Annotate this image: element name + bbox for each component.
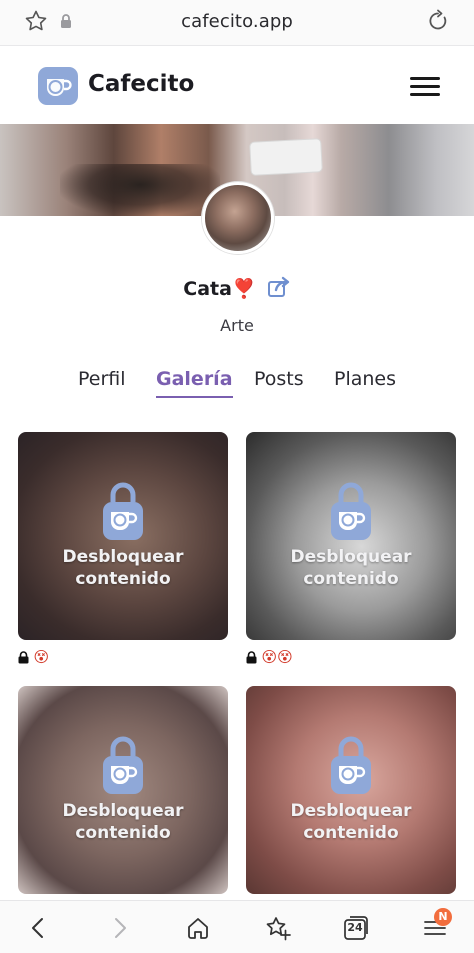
- notification-badge: N: [434, 908, 452, 926]
- address-bar[interactable]: cafecito.app: [0, 11, 474, 32]
- tabs-count: 24: [347, 921, 363, 934]
- profile-name: Cata: [183, 278, 232, 300]
- gallery-card-locked[interactable]: Desbloquear contenido: [18, 432, 228, 640]
- app-header: Cafecito: [0, 47, 474, 124]
- unlock-content-label: Desbloquear contenido: [290, 547, 412, 589]
- gallery-card-locked[interactable]: Desbloquear contenido: [246, 686, 456, 894]
- reaction-emoji: 😵: [33, 648, 50, 666]
- reload-icon[interactable]: [426, 9, 450, 37]
- profile-tabs: Perfil Galería Posts Planes: [0, 368, 474, 400]
- card-meta: 😵😵: [246, 647, 293, 667]
- cafecito-logo-icon[interactable]: [38, 67, 78, 105]
- profile-category: Arte: [220, 316, 254, 335]
- tabs-icon[interactable]: 24: [343, 915, 373, 941]
- home-icon[interactable]: [185, 915, 215, 941]
- reaction-emoji: 😵😵: [261, 648, 293, 666]
- unlock-cup-icon: [103, 736, 143, 794]
- heart-emoji: ❣️: [231, 278, 256, 300]
- brand-name[interactable]: Cafecito: [88, 71, 194, 97]
- bookmark-star-icon[interactable]: [264, 915, 294, 941]
- share-icon[interactable]: [267, 276, 291, 302]
- tab-galeria[interactable]: Galería: [156, 368, 233, 398]
- avatar[interactable]: [202, 182, 274, 254]
- forward-icon[interactable]: [106, 915, 136, 941]
- banner-phone-shape: [249, 138, 323, 176]
- unlock-content-label: Desbloquear contenido: [290, 801, 412, 843]
- profile-name-row: Cata❣️: [0, 276, 474, 302]
- lock-icon: [18, 650, 29, 670]
- tab-posts[interactable]: Posts: [254, 368, 304, 396]
- browser-bottom-nav: 24: [0, 900, 474, 953]
- tab-perfil[interactable]: Perfil: [78, 368, 126, 396]
- back-icon[interactable]: [26, 915, 56, 941]
- unlock-cup-icon: [331, 736, 371, 794]
- tab-planes[interactable]: Planes: [334, 368, 396, 396]
- browser-top-bar: cafecito.app: [0, 0, 474, 46]
- gallery-card-locked[interactable]: Desbloquear contenido: [246, 432, 456, 640]
- unlock-content-label: Desbloquear contenido: [62, 801, 184, 843]
- unlock-cup-icon: [103, 482, 143, 540]
- lock-icon: [246, 650, 257, 670]
- unlock-cup-icon: [331, 482, 371, 540]
- banner-shadow: [60, 164, 220, 216]
- unlock-content-label: Desbloquear contenido: [62, 547, 184, 589]
- gallery-card-locked[interactable]: Desbloquear contenido: [18, 686, 228, 894]
- hamburger-icon[interactable]: [410, 77, 440, 97]
- card-meta: 😵: [18, 647, 49, 667]
